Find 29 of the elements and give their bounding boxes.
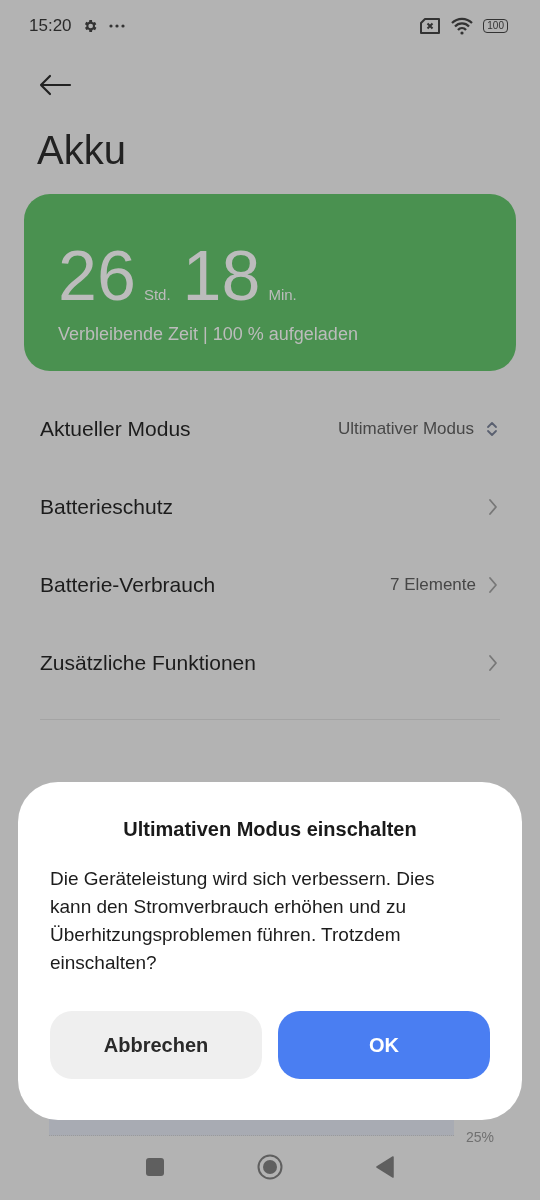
- chevron-right-icon: [488, 654, 498, 672]
- back-arrow-icon[interactable]: [38, 74, 72, 96]
- cancel-button[interactable]: Abbrechen: [50, 1011, 262, 1079]
- settings-row[interactable]: Batterieschutz: [0, 468, 540, 546]
- hours-unit: Std.: [143, 286, 171, 303]
- dialog-message: Die Geräteleistung wird sich verbessern. Dies kann den Stromverbrauch erhöhen und zu Überhitzungsproblemen führen. Trotzdem einschalten?: [50, 867, 436, 975]
- minutes-unit: Min.: [268, 286, 297, 303]
- dialog-title: Ultimativen Modus einschalten: [122, 818, 418, 841]
- settings-row[interactable]: Aktueller Modus Ultimativer Modus: [0, 390, 540, 468]
- recents-square-icon[interactable]: [145, 1157, 165, 1177]
- remaining-time-caption: Verbleibende Zeit | 100 % aufgeladen: [58, 324, 359, 345]
- chevron-right-icon: [488, 498, 498, 516]
- chevron-right-icon: [488, 576, 498, 594]
- page-title: Akku: [36, 127, 127, 174]
- minutes-value: 18: [182, 238, 261, 314]
- settings-row[interactable]: Batterie-Verbrauch 7 Elemente: [0, 546, 540, 624]
- more-dots-icon: [107, 23, 126, 29]
- battery-indicator: 100: [483, 19, 508, 33]
- up-down-caret-icon: [486, 420, 498, 438]
- ok-button[interactable]: OK: [278, 1011, 490, 1079]
- settings-row[interactable]: Zusätzliche Funktionen: [0, 624, 540, 702]
- row-value: 7 Elemente: [390, 575, 476, 595]
- wifi-icon: [451, 17, 474, 35]
- back-triangle-icon[interactable]: [375, 1156, 395, 1178]
- hours-value: 26: [58, 238, 136, 314]
- row-value: Ultimativer Modus: [337, 419, 474, 439]
- sim-off-icon: [419, 17, 442, 35]
- home-circle-icon[interactable]: [257, 1154, 283, 1180]
- status-time: 15:20: [29, 16, 72, 36]
